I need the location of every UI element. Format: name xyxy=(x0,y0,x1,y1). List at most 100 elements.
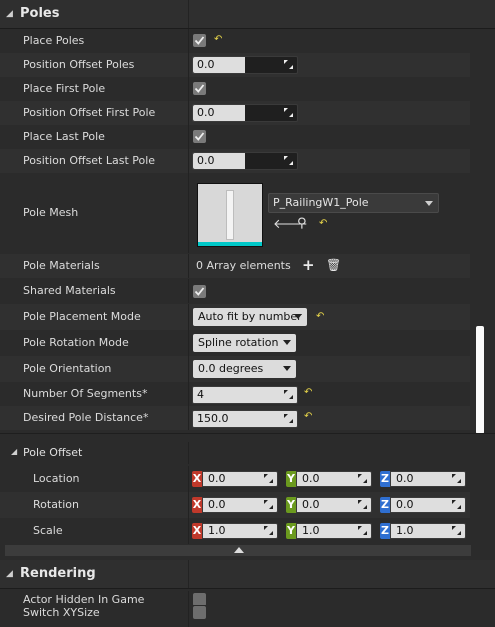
property-label: Shared Materials xyxy=(23,284,116,297)
column-divider xyxy=(188,466,189,492)
z-axis-tag: Z xyxy=(380,497,390,513)
column-divider[interactable] xyxy=(188,560,189,588)
collapse-triangle-icon[interactable]: ◢ xyxy=(11,447,17,456)
diagonal-arrows-icon xyxy=(358,474,367,483)
section-divider xyxy=(0,433,495,434)
reset-arrow-icon[interactable]: ↶ xyxy=(319,218,327,229)
column-divider xyxy=(188,101,189,125)
scrollbar-thumb[interactable] xyxy=(476,326,484,434)
property-row-place-poles: Place Poles ↶ xyxy=(0,29,470,53)
property-row-rotation: Rotation X 0.0 Y 0.0 Z 0.0 xyxy=(0,492,470,518)
property-row-position-offset-poles: Position Offset Poles 0.0 xyxy=(0,53,470,77)
y-axis-tag: Y xyxy=(286,471,296,487)
magnifier-icon[interactable]: ⚲ xyxy=(297,216,307,231)
axis-value: 1.0 xyxy=(208,524,226,537)
property-row-position-offset-first-pole: Position Offset First Pole 0.0 xyxy=(0,101,470,125)
plus-icon[interactable]: + xyxy=(302,256,315,274)
property-label: Position Offset Poles xyxy=(23,58,135,71)
reset-arrow-icon[interactable]: ↶ xyxy=(304,411,312,422)
property-label: Place Last Pole xyxy=(23,130,105,143)
spinbox-value: 0.0 xyxy=(197,58,215,71)
asset-type-bar xyxy=(198,242,262,246)
pole-orientation-dropdown[interactable]: 0.0 degrees xyxy=(193,360,296,378)
axis-value: 0.0 xyxy=(396,498,414,511)
property-label: Rotation xyxy=(33,498,80,511)
column-divider xyxy=(188,406,189,430)
property-row-actor-hidden-in-game: Actor Hidden In Game xyxy=(0,591,470,606)
axis-value: 1.0 xyxy=(396,524,414,537)
z-axis-tag: Z xyxy=(380,523,390,539)
property-row-place-first-pole: Place First Pole xyxy=(0,77,470,101)
diagonal-arrows-icon xyxy=(284,414,293,423)
property-row-shared-materials: Shared Materials xyxy=(0,279,470,303)
chevron-down-icon xyxy=(425,201,433,206)
property-row-pole-orientation: Pole Orientation 0.0 degrees xyxy=(0,356,470,382)
pole-mesh-asset-picker[interactable]: P_RailingW1_Pole xyxy=(268,193,439,213)
place-last-pole-checkbox[interactable] xyxy=(193,130,206,143)
property-label: Scale xyxy=(33,524,63,537)
category-title: Poles xyxy=(20,6,60,21)
property-label: Pole Placement Mode xyxy=(23,310,141,323)
property-label: Switch XYSize xyxy=(23,606,100,619)
column-divider[interactable] xyxy=(188,0,189,28)
subcategory-header-pole-offset[interactable]: ◢ Pole Offset xyxy=(0,442,470,464)
place-poles-checkbox[interactable] xyxy=(193,34,206,47)
spinbox-value: 0.0 xyxy=(197,154,215,167)
property-row-pole-placement-mode: Pole Placement Mode Auto fit by number ↶ xyxy=(0,304,470,330)
column-divider xyxy=(188,29,189,53)
category-header-rendering[interactable]: ◢ Rendering xyxy=(0,560,495,589)
position-offset-poles-spinbox[interactable]: 0.0 xyxy=(192,56,298,74)
column-divider xyxy=(188,591,189,605)
position-offset-last-pole-spinbox[interactable]: 0.0 xyxy=(192,152,298,170)
advanced-collapse-bar[interactable] xyxy=(5,545,471,556)
column-divider xyxy=(188,304,189,330)
shared-materials-checkbox[interactable] xyxy=(193,285,206,298)
diagonal-arrows-icon xyxy=(452,500,461,509)
property-row-place-last-pole: Place Last Pole xyxy=(0,125,470,149)
reset-arrow-icon[interactable]: ↶ xyxy=(214,34,222,45)
details-panel: ◢ Poles Place Poles ↶ Position Offset Po… xyxy=(0,0,495,627)
diagonal-arrows-icon xyxy=(358,526,367,535)
chevron-up-icon xyxy=(234,547,244,553)
place-first-pole-checkbox[interactable] xyxy=(193,82,206,95)
column-divider xyxy=(188,53,189,77)
property-row-number-of-segments: Number Of Segments* 4 ↶ xyxy=(0,382,470,406)
trash-icon[interactable]: 🗑 xyxy=(326,258,341,272)
chevron-down-icon xyxy=(283,366,291,371)
pole-mesh-thumbnail[interactable] xyxy=(197,183,263,247)
reset-arrow-icon[interactable]: ↶ xyxy=(304,387,312,398)
axis-value: 0.0 xyxy=(208,498,226,511)
switch-xysize-checkbox[interactable] xyxy=(193,606,206,619)
property-label: Pole Materials xyxy=(23,259,100,272)
column-divider xyxy=(188,125,189,149)
pole-rotation-mode-dropdown[interactable]: Spline rotation xyxy=(193,334,296,352)
position-offset-first-pole-spinbox[interactable]: 0.0 xyxy=(192,104,298,122)
subcategory-title: Pole Offset xyxy=(23,446,83,459)
property-label: Pole Mesh xyxy=(23,206,79,219)
column-divider xyxy=(188,149,189,173)
diagonal-arrows-icon xyxy=(284,108,293,117)
column-divider xyxy=(188,356,189,382)
reset-arrow-icon[interactable]: ↶ xyxy=(316,311,324,322)
pole-placement-mode-dropdown[interactable]: Auto fit by number xyxy=(193,308,307,326)
y-axis-tag: Y xyxy=(286,497,296,513)
column-divider xyxy=(188,518,189,544)
x-axis-tag: X xyxy=(192,523,202,539)
column-divider xyxy=(188,254,189,278)
diagonal-arrows-icon xyxy=(264,474,273,483)
property-label: Place Poles xyxy=(23,34,85,47)
category-header-poles[interactable]: ◢ Poles xyxy=(0,0,495,29)
number-of-segments-spinbox[interactable]: 4 xyxy=(192,386,298,404)
diagonal-arrows-icon xyxy=(358,500,367,509)
category-title: Rendering xyxy=(20,566,96,581)
axis-value: 1.0 xyxy=(302,524,320,537)
desired-pole-distance-spinbox[interactable]: 150.0 xyxy=(192,410,298,428)
diagonal-arrows-icon xyxy=(452,474,461,483)
collapse-triangle-icon[interactable]: ◢ xyxy=(6,9,13,19)
property-row-location: Location X 0.0 Y 0.0 Z 0.0 xyxy=(0,466,470,492)
diagonal-arrows-icon xyxy=(284,156,293,165)
collapse-triangle-icon[interactable]: ◢ xyxy=(6,569,13,579)
column-divider xyxy=(188,173,189,253)
property-row-position-offset-last-pole: Position Offset Last Pole 0.0 xyxy=(0,149,470,173)
spinbox-value: 4 xyxy=(197,388,204,401)
